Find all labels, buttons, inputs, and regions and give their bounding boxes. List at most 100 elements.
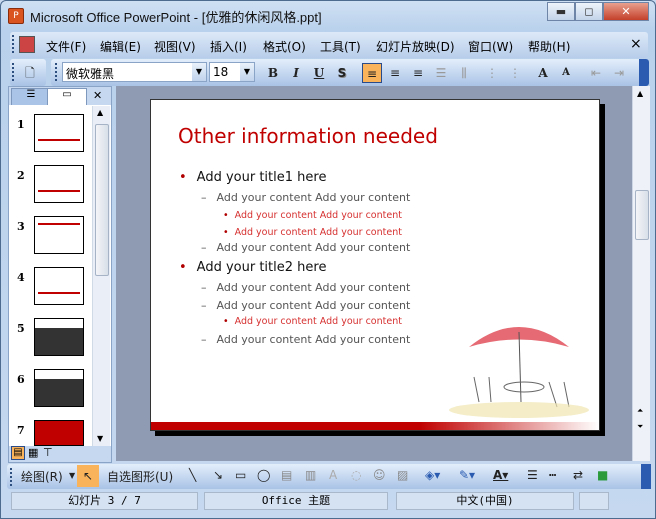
italic-button[interactable]: I <box>286 63 306 83</box>
scroll-down-icon[interactable]: ▼ <box>97 434 103 443</box>
slide-sorter-button[interactable]: ▦ <box>28 446 38 459</box>
align-left-button[interactable]: ≡ <box>362 63 382 83</box>
distribute-icon[interactable]: ☰ <box>431 63 451 83</box>
bullet-level2[interactable]: – Add your content Add your content <box>201 241 410 254</box>
previous-slide-icon[interactable]: ⏶ <box>637 406 643 416</box>
grip-handle[interactable] <box>55 63 58 81</box>
toolbar-options-button[interactable] <box>641 464 651 489</box>
new-document-icon[interactable]: 🗋 <box>20 63 40 83</box>
increase-font-icon[interactable]: A <box>533 63 553 83</box>
bullet-level1[interactable]: • Add your title1 here <box>179 170 326 185</box>
diagram-icon[interactable]: ◌ <box>351 468 361 482</box>
line-tool-icon[interactable]: ╲ <box>189 468 196 482</box>
vertical-textbox-icon[interactable]: ▥ <box>305 468 316 482</box>
align-center-button[interactable]: ≡ <box>385 63 405 83</box>
decrease-font-icon[interactable]: A <box>556 63 576 83</box>
rectangle-tool-icon[interactable]: ▭ <box>235 468 246 482</box>
line-style-icon[interactable]: ☰ <box>527 468 538 482</box>
bullet-level2[interactable]: – Add your content Add your content <box>201 333 410 346</box>
slide-thumbnail[interactable] <box>34 165 84 203</box>
title-bar: P Microsoft Office PowerPoint - [优雅的休闲风格… <box>1 1 656 29</box>
arrow-style-icon[interactable]: ⇄ <box>573 468 583 482</box>
bullets-icon[interactable]: ⋮ <box>505 63 525 83</box>
shadow-button[interactable]: S <box>332 63 352 83</box>
slide-canvas[interactable]: Other information needed • Add your title… <box>150 99 600 431</box>
menu-slideshow[interactable]: 幻灯片放映(D) <box>376 38 455 55</box>
minimize-button[interactable]: ▬ <box>547 2 575 21</box>
slideshow-button[interactable]: ⊤ <box>43 446 53 459</box>
normal-view-button[interactable]: ▤ <box>11 446 25 460</box>
font-size-select[interactable]: 18 ▼ <box>209 62 255 82</box>
numbering-icon[interactable]: ⋮ <box>482 63 502 83</box>
scroll-thumb[interactable] <box>95 124 109 276</box>
draw-menu-button[interactable]: 绘图(R) <box>21 468 63 485</box>
bullet-level3[interactable]: • Add your content Add your content <box>223 227 402 238</box>
font-color-icon[interactable]: A▾ <box>493 468 508 482</box>
close-pane-icon[interactable]: ✕ <box>93 89 102 102</box>
menu-file[interactable]: 文件(F) <box>46 38 86 55</box>
dash-style-icon[interactable]: ┅ <box>549 468 556 482</box>
slide-thumbnail[interactable] <box>34 267 84 305</box>
menu-tools[interactable]: 工具(T) <box>320 38 361 55</box>
scroll-up-icon[interactable]: ▲ <box>637 89 643 98</box>
bullet-text: Add your content Add your content <box>234 210 402 221</box>
maximize-button[interactable]: ◻ <box>575 2 603 21</box>
font-name-select[interactable]: 微软雅黑 ▼ <box>62 62 207 82</box>
grip-handle[interactable] <box>12 35 15 53</box>
slide-scrollbar[interactable]: ▲ ⏶ ⏷ <box>632 86 650 461</box>
vertical-text-icon[interactable]: ⫼ <box>454 63 474 83</box>
select-pointer-button[interactable]: ↖ <box>77 465 99 487</box>
autoshapes-menu-button[interactable]: 自选图形(U) <box>107 468 173 485</box>
powerpoint-app-icon[interactable]: P <box>8 8 24 24</box>
3d-shadow-icon[interactable]: ■ <box>597 468 608 482</box>
scroll-thumb[interactable] <box>635 190 649 240</box>
chevron-down-icon[interactable]: ▼ <box>240 63 254 81</box>
increase-indent-icon[interactable]: ⇥ <box>609 63 629 83</box>
arrow-tool-icon[interactable]: ↘ <box>213 468 223 482</box>
clipart-icon[interactable]: ☺ <box>373 468 386 482</box>
chevron-down-icon[interactable]: ▼ <box>69 471 75 480</box>
menu-window[interactable]: 窗口(W) <box>468 38 513 55</box>
oval-tool-icon[interactable]: ◯ <box>257 468 270 482</box>
scroll-up-icon[interactable]: ▲ <box>97 108 103 117</box>
thumbnail-scrollbar[interactable]: ▲ ▼ <box>92 106 110 446</box>
slide-thumbnail[interactable] <box>34 369 84 407</box>
menu-help[interactable]: 帮助(H) <box>528 38 570 55</box>
bullet-level2[interactable]: – Add your content Add your content <box>201 191 410 204</box>
next-slide-icon[interactable]: ⏷ <box>637 422 643 432</box>
menu-edit[interactable]: 编辑(E) <box>100 38 141 55</box>
line-color-icon[interactable]: ✎▾ <box>459 468 475 482</box>
bullet-level3[interactable]: • Add your content Add your content <box>223 210 402 221</box>
slide-thumbnail[interactable] <box>34 114 84 152</box>
toolbar-options-button[interactable] <box>639 59 649 86</box>
bullet-level2[interactable]: – Add your content Add your content <box>201 299 410 312</box>
bullet-level2[interactable]: – Add your content Add your content <box>201 281 410 294</box>
grip-handle[interactable] <box>12 63 15 81</box>
menu-insert[interactable]: 插入(I) <box>210 38 247 55</box>
menu-format[interactable]: 格式(O) <box>263 38 306 55</box>
chevron-down-icon[interactable]: ▼ <box>192 63 206 81</box>
fill-color-icon[interactable]: ◈▾ <box>425 468 440 482</box>
textbox-icon[interactable]: ▤ <box>281 468 292 482</box>
document-icon <box>19 36 35 53</box>
grip-handle[interactable] <box>10 468 13 486</box>
align-right-button[interactable]: ≡ <box>408 63 428 83</box>
close-button[interactable]: ✕ <box>603 2 649 21</box>
underline-button[interactable]: U <box>309 63 329 83</box>
tab-slides[interactable]: ▭ <box>47 88 87 105</box>
picture-icon[interactable]: ▨ <box>397 468 408 482</box>
slide-title[interactable]: Other information needed <box>178 124 438 148</box>
bullet-level1[interactable]: • Add your title2 here <box>179 260 326 275</box>
bullet-level3[interactable]: • Add your content Add your content <box>223 316 402 327</box>
bold-button[interactable]: B <box>263 63 283 83</box>
slide-thumbnail[interactable] <box>34 216 84 254</box>
menu-view[interactable]: 视图(V) <box>154 38 196 55</box>
slide-thumbnail[interactable] <box>34 420 84 446</box>
decrease-indent-icon[interactable]: ⇤ <box>586 63 606 83</box>
bullet-icon: – <box>201 191 207 204</box>
tab-outline[interactable]: ☰ <box>11 88 51 105</box>
menu-close-button[interactable]: × <box>630 36 642 52</box>
slide-thumbnail[interactable] <box>34 318 84 356</box>
wordart-icon[interactable]: A <box>329 468 337 482</box>
view-buttons: ▤ ▦ ⊤ <box>9 446 111 462</box>
